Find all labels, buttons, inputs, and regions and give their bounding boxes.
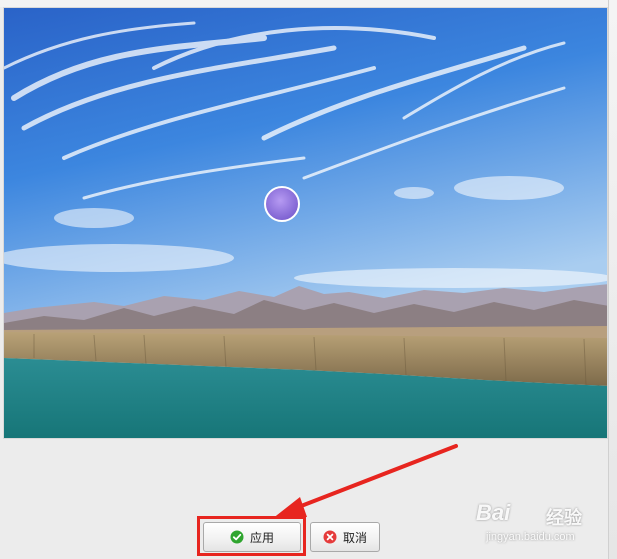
marker-dot xyxy=(264,186,300,222)
watermark-url: jingyan.baidu.com xyxy=(486,531,575,543)
dialog-window: 应用 取消 Bai 经验 jingyan.baidu.com xyxy=(0,0,617,559)
window-edge xyxy=(608,0,617,559)
landscape-photo xyxy=(4,8,607,438)
watermark-brand: Bai xyxy=(476,500,511,525)
apply-button[interactable]: 应用 xyxy=(203,522,301,552)
cancel-button[interactable]: 取消 xyxy=(310,522,380,552)
check-circle-icon xyxy=(230,530,244,544)
x-circle-icon xyxy=(323,530,337,544)
cancel-button-label: 取消 xyxy=(342,530,367,545)
top-strip xyxy=(0,0,617,7)
baidu-watermark: Bai 经验 jingyan.baidu.com xyxy=(476,498,616,558)
watermark-brand-suffix: 经验 xyxy=(546,508,582,528)
image-preview xyxy=(3,7,608,439)
apply-button-label: 应用 xyxy=(249,530,274,545)
